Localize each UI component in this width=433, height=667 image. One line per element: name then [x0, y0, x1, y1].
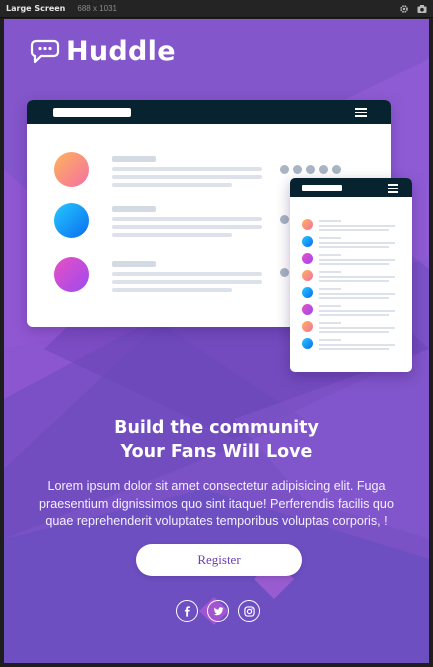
- facebook-link[interactable]: [176, 600, 198, 622]
- mockup-line: [112, 183, 232, 187]
- mockup-line: [112, 225, 262, 229]
- mockup-line: [112, 206, 156, 212]
- instagram-link[interactable]: [238, 600, 260, 622]
- mockup-line: [112, 167, 262, 171]
- device-label[interactable]: Large Screen: [6, 4, 65, 13]
- mockup-line: [112, 156, 156, 162]
- mockup-line: [112, 280, 262, 284]
- mockup-title-placeholder: [53, 108, 131, 117]
- mockup-line: [112, 217, 262, 221]
- mockup-side-titlebar: [290, 178, 412, 197]
- avatar: [54, 152, 89, 187]
- hero-headline-line2: Your Fans Will Love: [120, 442, 313, 462]
- hero-headline: Build the community Your Fans Will Love: [4, 416, 429, 464]
- mockup-line: [112, 233, 232, 237]
- mockup-title-placeholder: [302, 185, 342, 191]
- mockup-bubble: [280, 268, 289, 277]
- twitter-icon: [213, 606, 224, 615]
- avatar: [54, 257, 89, 292]
- device-dimensions: 688 x 1031: [77, 4, 117, 13]
- hero-headline-line1: Build the community: [114, 418, 319, 438]
- mockup-side-window: [290, 178, 412, 372]
- hero-body-text: Lorem ipsum dolor sit amet consectetur a…: [39, 479, 394, 528]
- hamburger-icon: [355, 108, 367, 117]
- brand-name: Huddle: [66, 36, 176, 67]
- facebook-icon: [184, 605, 190, 617]
- page-viewport: Huddle Build the community Your Fans Wil…: [4, 19, 429, 663]
- instagram-icon: [243, 605, 255, 617]
- avatar: [54, 203, 89, 238]
- device-toolbar-icons: [399, 4, 427, 14]
- mockup-line: [112, 272, 262, 276]
- chat-bubble-icon: [30, 39, 60, 63]
- camera-icon[interactable]: [417, 4, 427, 14]
- register-button[interactable]: Register: [136, 544, 302, 576]
- brand-logo[interactable]: Huddle: [30, 36, 176, 67]
- device-toolbar: Large Screen 688 x 1031: [0, 0, 433, 18]
- twitter-link[interactable]: [207, 600, 229, 622]
- gear-icon[interactable]: [399, 4, 409, 14]
- mockup-line: [112, 175, 262, 179]
- mockup-line: [112, 261, 156, 267]
- mockup-bubbles: [280, 165, 341, 174]
- mockup-main-titlebar: [27, 100, 391, 124]
- social-links: [176, 600, 260, 622]
- mockup-bubble: [280, 215, 289, 224]
- hamburger-icon: [388, 184, 398, 193]
- mockup-line: [112, 288, 232, 292]
